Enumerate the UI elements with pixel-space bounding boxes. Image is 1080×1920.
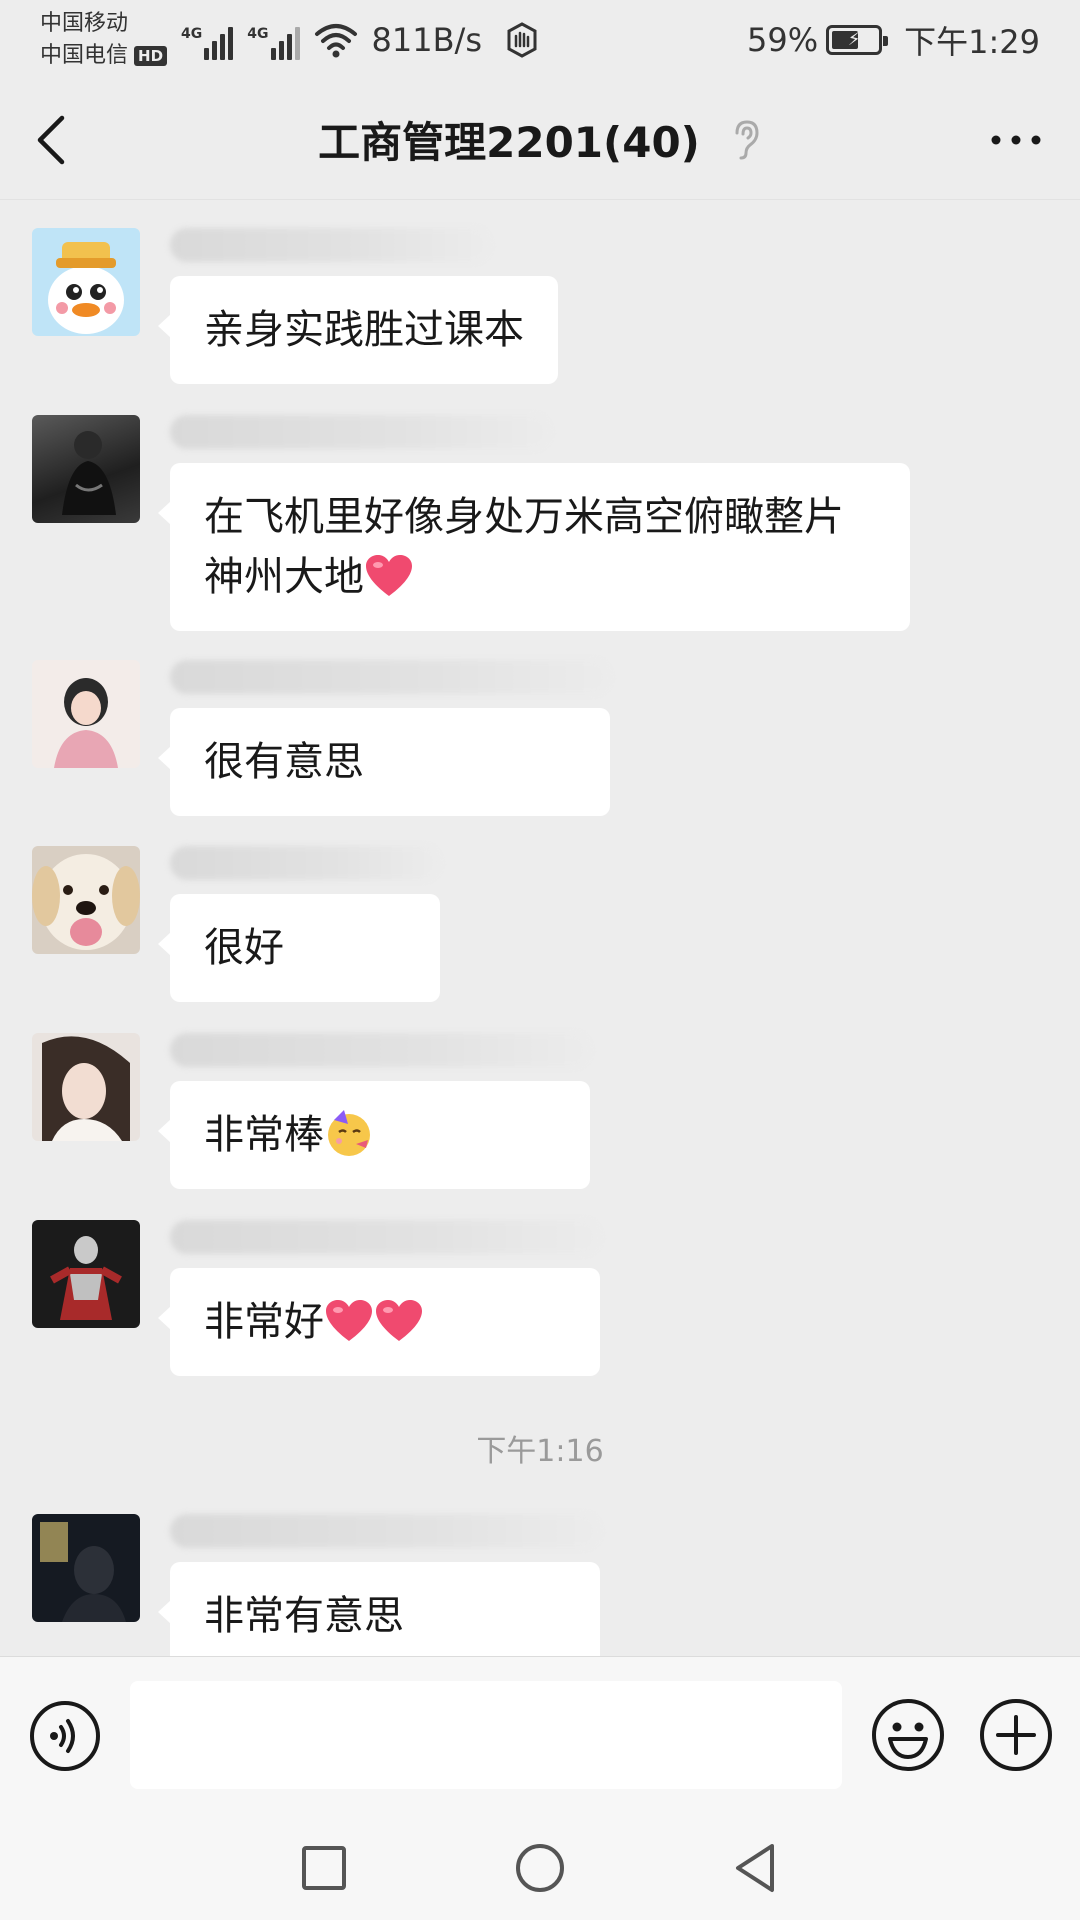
message-item: 非常有意思	[32, 1514, 600, 1670]
more-icon[interactable]	[988, 130, 1044, 150]
heart-emoji-icon	[376, 1300, 422, 1341]
system-nav-bar	[0, 1816, 1080, 1920]
message-bubble[interactable]: 非常棒	[158, 1081, 590, 1189]
ultraman-figure-avatar-icon	[50, 1236, 122, 1320]
message-text: 在飞机里好像身处万米高空俯瞰整片神州大地	[204, 494, 844, 600]
avatar[interactable]	[32, 1033, 140, 1141]
message-text: 非常有意思	[204, 1593, 404, 1639]
battery-percent: 59%	[747, 21, 819, 59]
back-triangle-icon[interactable]	[728, 1840, 784, 1896]
avatar[interactable]	[32, 415, 140, 523]
message-item: 非常好	[32, 1220, 600, 1376]
back-icon[interactable]	[32, 114, 72, 166]
input-bar	[0, 1656, 1080, 1816]
message-body: 亲身实践胜过课本	[158, 228, 558, 384]
sender-name-blurred	[170, 1514, 600, 1548]
sender-name-blurred	[170, 228, 490, 262]
time-separator: 下午1:16	[476, 1434, 604, 1469]
message-body: 很有意思	[158, 660, 610, 816]
battery-icon: ⚡	[826, 25, 889, 55]
signal-2-label: 4G	[247, 26, 269, 42]
emoji-icon[interactable]	[870, 1697, 946, 1773]
status-right: 59% ⚡ 下午1:29	[747, 17, 1040, 63]
heart-emoji-icon	[326, 1300, 372, 1341]
sender-name-blurred	[170, 660, 610, 694]
sender-name-blurred	[170, 1220, 600, 1254]
carrier-1-label: 中国移动	[40, 11, 129, 36]
sender-name-blurred	[170, 1033, 590, 1067]
wifi-icon	[314, 24, 357, 58]
plus-icon[interactable]	[978, 1697, 1054, 1773]
sender-name-blurred	[170, 415, 550, 449]
message-bubble[interactable]: 非常好	[158, 1268, 600, 1376]
signal-1-label: 4G	[181, 26, 203, 42]
message-bubble[interactable]: 在飞机里好像身处万米高空俯瞰整片神州大地	[158, 463, 910, 631]
message-body: 在飞机里好像身处万米高空俯瞰整片神州大地	[158, 415, 910, 631]
status-bar: 中国移动 中国电信 HD 4G 4G 811B/s 59% ⚡ 下午1:29	[0, 0, 1080, 80]
message-item: 很有意思	[32, 660, 610, 816]
message-item: 很好	[32, 846, 440, 1002]
person-photo-avatar-icon	[40, 1522, 126, 1622]
voice-icon[interactable]	[28, 1699, 102, 1773]
chat-header: 工商管理2201(40)	[0, 80, 1080, 200]
hand-stop-icon	[507, 22, 537, 58]
ear-icon[interactable]	[730, 119, 762, 161]
person-photo-avatar-icon	[62, 431, 116, 515]
avatar[interactable]	[32, 228, 140, 336]
signal-strength-1-icon: 4G	[181, 20, 234, 60]
message-text: 很有意思	[204, 739, 364, 785]
avatar[interactable]	[32, 660, 140, 768]
carrier-2-label: 中国电信	[40, 43, 129, 68]
message-body: 非常有意思	[158, 1514, 600, 1670]
avatar[interactable]	[32, 846, 140, 954]
chat-title: 工商管理2201(40)	[318, 118, 700, 167]
message-item: 在飞机里好像身处万米高空俯瞰整片神州大地	[32, 415, 910, 631]
message-text: 非常棒	[204, 1112, 324, 1158]
hd-badge: HD	[134, 46, 168, 66]
avatar[interactable]	[32, 1220, 140, 1328]
home-icon[interactable]	[512, 1840, 568, 1896]
carrier-info: 中国移动 中国电信 HD	[40, 8, 168, 72]
message-input[interactable]	[130, 1681, 842, 1789]
status-time: 下午1:29	[904, 23, 1040, 61]
message-body: 非常棒	[158, 1033, 590, 1189]
message-text: 非常好	[204, 1299, 324, 1345]
person-photo-avatar-icon	[42, 1036, 130, 1141]
heart-emoji-icon	[366, 555, 412, 596]
avatar[interactable]	[32, 1514, 140, 1622]
message-item: 非常棒	[32, 1033, 590, 1189]
message-text: 亲身实践胜过课本	[204, 307, 524, 353]
message-body: 非常好	[158, 1220, 600, 1376]
message-bubble[interactable]: 亲身实践胜过课本	[158, 276, 558, 384]
sender-name-blurred	[170, 846, 440, 880]
network-speed: 811B/s	[371, 21, 482, 59]
dog-photo-avatar-icon	[32, 854, 140, 950]
message-body: 很好	[158, 846, 440, 1002]
duck-cartoon-avatar-icon	[48, 242, 124, 334]
message-bubble[interactable]: 很好	[158, 894, 440, 1002]
message-bubble[interactable]: 非常有意思	[158, 1562, 600, 1670]
message-bubble[interactable]: 很有意思	[158, 708, 610, 816]
charging-bolt-icon: ⚡	[847, 29, 861, 50]
signal-strength-2-icon: 4G	[247, 20, 300, 60]
message-item: 亲身实践胜过课本	[32, 228, 558, 384]
partying-face-emoji-icon	[328, 1110, 370, 1156]
person-photo-avatar-icon	[54, 678, 118, 768]
message-text: 很好	[204, 925, 284, 971]
recents-icon[interactable]	[296, 1840, 352, 1896]
